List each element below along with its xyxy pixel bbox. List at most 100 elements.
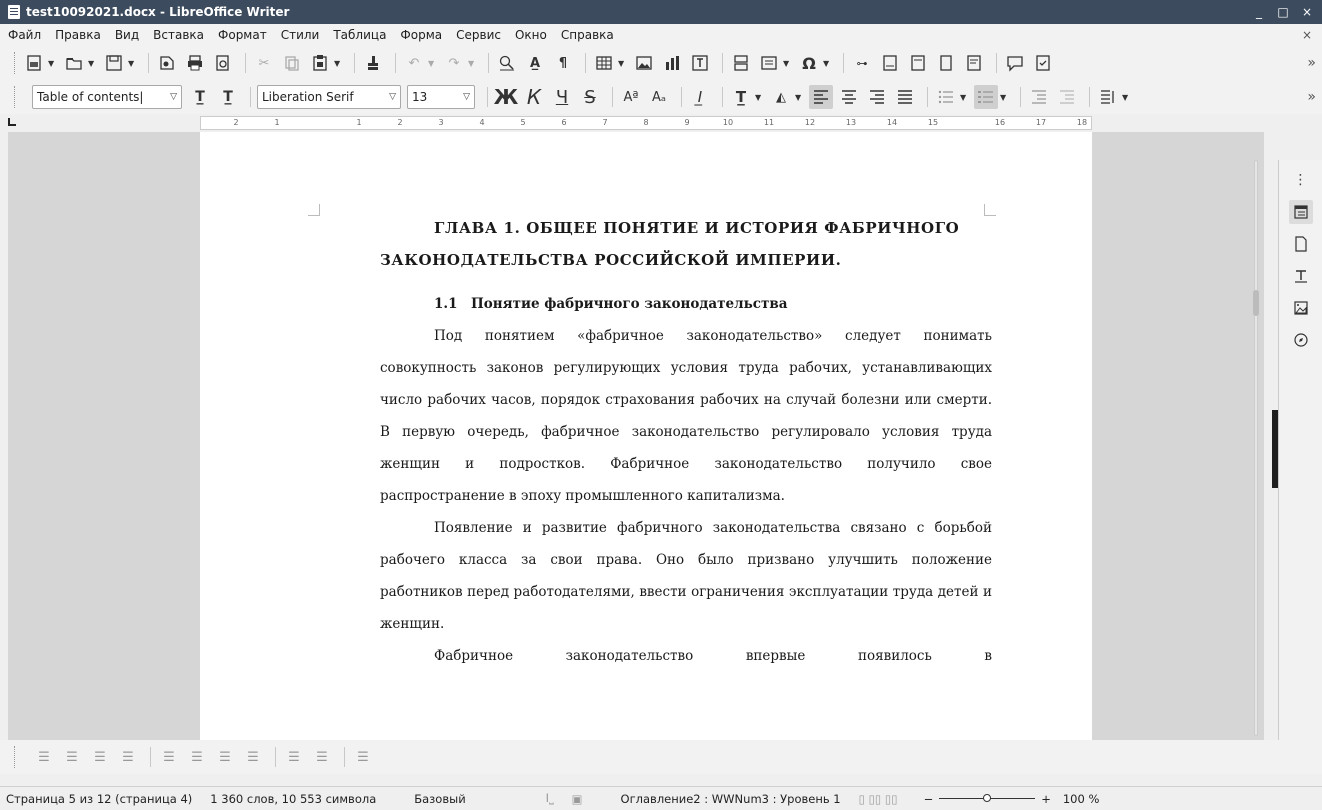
insert-table-icon[interactable] bbox=[592, 51, 616, 75]
move-item-up-with-subpoints-icon[interactable]: ☰ bbox=[241, 745, 265, 769]
font-size-select[interactable]: 13 ▽ bbox=[407, 85, 475, 109]
maximize-button[interactable]: □ bbox=[1276, 5, 1290, 19]
find-replace-icon[interactable] bbox=[495, 51, 519, 75]
menu-form[interactable]: Форма bbox=[400, 28, 442, 42]
chevron-down-icon[interactable]: ▼ bbox=[1000, 93, 1008, 102]
page-style-status[interactable]: Базовый bbox=[414, 792, 465, 806]
promote-outline-level-icon[interactable]: ☰ bbox=[60, 745, 84, 769]
insert-hyperlink-icon[interactable]: ⊶ bbox=[850, 51, 874, 75]
line-spacing-icon[interactable] bbox=[1096, 85, 1120, 109]
subscript-icon[interactable]: Aₐ bbox=[647, 85, 671, 109]
track-changes-icon[interactable] bbox=[1031, 51, 1055, 75]
minimize-button[interactable]: _ bbox=[1252, 5, 1266, 19]
page-icon[interactable] bbox=[1289, 232, 1313, 256]
insert-textbox-icon[interactable] bbox=[688, 51, 712, 75]
toolbar-grip[interactable] bbox=[14, 86, 16, 108]
underline-button[interactable]: Ч bbox=[550, 85, 574, 109]
zoom-out-button[interactable]: − bbox=[924, 792, 934, 806]
insert-endnote-icon[interactable] bbox=[906, 51, 930, 75]
word-count-status[interactable]: 1 360 слов, 10 553 символа bbox=[210, 792, 376, 806]
close-button[interactable]: × bbox=[1300, 5, 1314, 19]
chevron-down-icon[interactable]: ▼ bbox=[334, 59, 342, 68]
zoom-level[interactable]: 100 % bbox=[1063, 792, 1100, 806]
move-item-down-icon[interactable]: ☰ bbox=[157, 745, 181, 769]
insert-mode-icon[interactable]: I⎵ bbox=[546, 791, 554, 806]
numbered-list-icon[interactable] bbox=[974, 85, 998, 109]
save-icon[interactable] bbox=[102, 51, 126, 75]
insert-image-icon[interactable] bbox=[632, 51, 656, 75]
insert-field-icon[interactable] bbox=[757, 51, 781, 75]
decrease-indent-icon[interactable] bbox=[1055, 85, 1079, 109]
toolbar-grip[interactable] bbox=[14, 52, 16, 74]
align-left-icon[interactable] bbox=[809, 85, 833, 109]
demote-with-subpoints-icon[interactable]: ☰ bbox=[88, 745, 112, 769]
align-center-icon[interactable] bbox=[837, 85, 861, 109]
bold-button[interactable]: Ж bbox=[494, 85, 518, 109]
insert-bookmark-icon[interactable] bbox=[934, 51, 958, 75]
tab-stop-selector[interactable] bbox=[8, 118, 16, 126]
special-character-icon[interactable]: Ω bbox=[797, 51, 821, 75]
navigator-icon[interactable] bbox=[1289, 328, 1313, 352]
menu-edit[interactable]: Правка bbox=[55, 28, 101, 42]
horizontal-ruler[interactable]: 2 1 1 2 3 4 5 6 7 8 9 10 11 12 13 14 15 … bbox=[200, 116, 1092, 130]
italic-button[interactable]: К bbox=[522, 85, 546, 109]
zoom-slider[interactable]: − + bbox=[924, 792, 1051, 806]
undo-icon[interactable]: ↶ bbox=[402, 51, 426, 75]
move-item-down-with-subpoints-icon[interactable]: ☰ bbox=[213, 745, 237, 769]
gallery-icon[interactable] bbox=[1289, 296, 1313, 320]
menu-format[interactable]: Формат bbox=[218, 28, 267, 42]
justify-icon[interactable] bbox=[893, 85, 917, 109]
page-break-icon[interactable] bbox=[729, 51, 753, 75]
menu-help[interactable]: Справка bbox=[561, 28, 614, 42]
paragraph-style-select[interactable]: Table of contents| ▽ bbox=[32, 85, 182, 109]
clone-formatting-icon[interactable] bbox=[361, 51, 385, 75]
cut-icon[interactable]: ✂ bbox=[252, 51, 276, 75]
increase-indent-icon[interactable] bbox=[1027, 85, 1051, 109]
spelling-icon[interactable]: A̲ bbox=[523, 51, 547, 75]
properties-icon[interactable] bbox=[1288, 200, 1313, 224]
menu-styles[interactable]: Стили bbox=[281, 28, 320, 42]
vertical-scrollbar[interactable] bbox=[1252, 160, 1260, 736]
promote-with-subpoints-icon[interactable]: ☰ bbox=[116, 745, 140, 769]
superscript-icon[interactable]: Aª bbox=[619, 85, 643, 109]
new-document-icon[interactable] bbox=[22, 51, 46, 75]
font-color-icon[interactable]: T̲ bbox=[729, 85, 753, 109]
copy-icon[interactable] bbox=[280, 51, 304, 75]
demote-outline-level-icon[interactable]: ☰ bbox=[32, 745, 56, 769]
menu-view[interactable]: Вид bbox=[115, 28, 139, 42]
chevron-down-icon[interactable]: ▼ bbox=[823, 59, 831, 68]
bullet-list-icon[interactable] bbox=[934, 85, 958, 109]
insert-chart-icon[interactable] bbox=[660, 51, 684, 75]
open-folder-icon[interactable] bbox=[62, 51, 86, 75]
insert-comment-icon[interactable] bbox=[1003, 51, 1027, 75]
zoom-slider-knob[interactable] bbox=[983, 794, 992, 802]
insert-unnumbered-entry-icon[interactable]: ☰ bbox=[282, 745, 306, 769]
chevron-down-icon[interactable]: ▼ bbox=[128, 59, 136, 68]
restart-numbering-icon[interactable]: ☰ bbox=[310, 745, 334, 769]
print-preview-icon[interactable] bbox=[211, 51, 235, 75]
print-icon[interactable] bbox=[183, 51, 207, 75]
zoom-in-button[interactable]: + bbox=[1041, 792, 1051, 806]
move-item-up-icon[interactable]: ☰ bbox=[185, 745, 209, 769]
chevron-down-icon[interactable]: ▼ bbox=[755, 93, 763, 102]
insert-cross-reference-icon[interactable] bbox=[962, 51, 986, 75]
page-count-status[interactable]: Страница 5 из 12 (страница 4) bbox=[6, 792, 192, 806]
menu-insert[interactable]: Вставка bbox=[153, 28, 204, 42]
new-style-icon[interactable]: T̲ bbox=[216, 85, 240, 109]
view-layout-icon[interactable]: ▯ ▯▯ ▯▯ bbox=[859, 792, 898, 806]
document-modified-icon[interactable]: ▣ bbox=[572, 792, 583, 806]
chevron-down-icon[interactable]: ▼ bbox=[88, 59, 96, 68]
menu-tools[interactable]: Сервис bbox=[456, 28, 501, 42]
formatting-marks-icon[interactable]: ¶ bbox=[551, 51, 575, 75]
bullets-numbering-dialog-icon[interactable]: ☰ bbox=[351, 745, 375, 769]
strikethrough-button[interactable]: S bbox=[578, 85, 602, 109]
sidebar-menu-icon[interactable]: ⋮ bbox=[1289, 168, 1313, 192]
chevron-down-icon[interactable]: ▼ bbox=[795, 93, 803, 102]
more-options-icon[interactable]: » bbox=[1307, 55, 1316, 71]
chevron-down-icon[interactable]: ▼ bbox=[428, 59, 436, 68]
highlight-color-icon[interactable]: ◭ bbox=[769, 85, 793, 109]
chevron-down-icon[interactable]: ▼ bbox=[468, 59, 476, 68]
menu-file[interactable]: Файл bbox=[8, 28, 41, 42]
more-options-icon[interactable]: » bbox=[1307, 89, 1316, 105]
clear-formatting-icon[interactable]: I̲ bbox=[688, 85, 712, 109]
